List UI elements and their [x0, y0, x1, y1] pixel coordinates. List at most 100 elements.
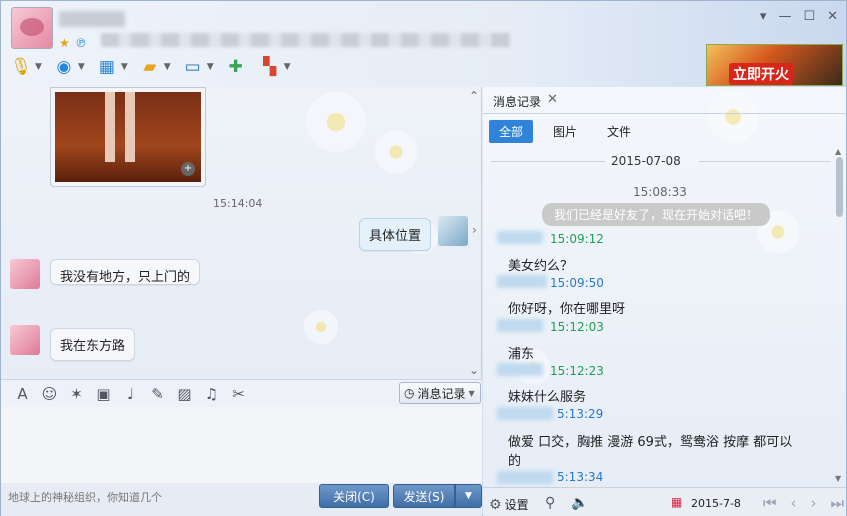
- close-window-button[interactable]: ✕: [827, 9, 838, 24]
- prev-page-icon[interactable]: ‹: [791, 494, 797, 512]
- sender-name-blurred: [497, 319, 543, 332]
- history-date: 2015-07-08: [611, 154, 681, 168]
- ad-banner[interactable]: 立即开火: [706, 44, 843, 86]
- search-icon[interactable]: ⚲: [545, 495, 555, 511]
- voice-message-icon[interactable]: ♩: [117, 385, 144, 403]
- gear-icon: ⚙: [489, 496, 502, 513]
- filter-images[interactable]: 图片: [543, 120, 587, 143]
- microphone-icon: 🎙: [10, 57, 32, 77]
- sender-name-blurred: [497, 231, 543, 244]
- sender-name-blurred: [497, 275, 547, 288]
- my-avatar[interactable]: [438, 216, 468, 246]
- photo-thumbnail[interactable]: +: [55, 92, 201, 182]
- close-icon[interactable]: ✕: [547, 92, 558, 107]
- history-entry-text: 的: [508, 454, 522, 469]
- music-icon[interactable]: ♫: [198, 385, 225, 403]
- apps-button[interactable]: ▚ ▼: [258, 55, 290, 79]
- contact-mini-avatar[interactable]: [10, 325, 40, 355]
- send-options-button[interactable]: ▼: [455, 484, 482, 508]
- history-pagination: ⏮ ‹ › ⏭: [763, 494, 844, 512]
- menu-arrow-button[interactable]: ▾: [760, 9, 767, 24]
- send-file-button[interactable]: ▰ ▼: [138, 55, 171, 79]
- chevron-down-icon: ▼: [77, 62, 85, 72]
- remote-desktop-button[interactable]: ▦ ▼: [95, 55, 128, 79]
- star-icon: ★: [59, 36, 70, 50]
- filter-files[interactable]: 文件: [597, 120, 641, 143]
- history-entry-text: 做爱 口交，胸推 漫游 69式，鸳鸯浴 按摩 都可以: [508, 435, 793, 450]
- create-group-button[interactable]: ✚: [224, 55, 248, 79]
- history-entry-text: 浦东: [508, 347, 535, 362]
- header: ★ ℗ 🎙 ▼ ◉ ▼ ▦ ▼ ▰ ▼ ▭ ▼ ✚ ▚ ▼ 立即开火 ▾ — ☐ ✕: [1, 1, 846, 87]
- contact-mini-avatar[interactable]: [10, 259, 40, 289]
- background-flower: [301, 87, 371, 157]
- chevron-down-icon: ▼: [465, 491, 472, 501]
- chevron-up-icon[interactable]: ▲: [835, 147, 841, 156]
- history-tab-bar: 消息记录 ✕: [483, 87, 846, 114]
- history-entry-time: 15:12:23: [550, 364, 604, 378]
- status-icon: ℗: [75, 36, 87, 50]
- divider: [699, 161, 831, 162]
- edit-icon[interactable]: ✎: [144, 385, 171, 403]
- screen-share-button[interactable]: ▭ ▼: [181, 55, 214, 79]
- window-controls: ▾ — ☐ ✕: [760, 9, 838, 24]
- emoji-icon[interactable]: ☺: [36, 385, 63, 403]
- calendar-icon[interactable]: ▦: [671, 495, 682, 509]
- shake-icon[interactable]: ✶: [63, 385, 90, 403]
- zoom-icon[interactable]: +: [181, 162, 195, 176]
- image-message[interactable]: +: [50, 87, 206, 187]
- filter-all[interactable]: 全部: [489, 120, 534, 143]
- contact-message-bubble: 我在东方路: [50, 328, 136, 361]
- send-button[interactable]: 发送(S): [393, 484, 455, 508]
- video-call-button[interactable]: ◉ ▼: [52, 55, 85, 79]
- history-entry-time: 15:12:03: [550, 320, 604, 334]
- screen-icon: ▭: [184, 57, 201, 77]
- contact-message-bubble: 我没有地方，只上门的: [50, 259, 201, 285]
- news-hint-link[interactable]: 地球上的神秘组织，你知道几个: [8, 489, 162, 505]
- history-entry-time: 5:13:29: [557, 407, 604, 421]
- history-footer-date[interactable]: 2015-7-8: [691, 497, 741, 510]
- signature-blurred: [101, 33, 511, 47]
- background-flower: [301, 307, 341, 347]
- voice-call-button[interactable]: 🎙 ▼: [9, 55, 42, 79]
- webcam-icon: ◉: [56, 57, 72, 77]
- tab-message-log[interactable]: 消息记录: [493, 93, 541, 110]
- last-page-icon[interactable]: ⏭: [831, 494, 845, 512]
- message-input[interactable]: [1, 407, 482, 483]
- clock-icon: ◷: [404, 386, 415, 400]
- next-page-icon[interactable]: ›: [811, 494, 817, 512]
- image-icon[interactable]: ▨: [171, 385, 198, 403]
- message-log-button[interactable]: ◷ 消息记录 ▼: [399, 382, 481, 404]
- sender-name-blurred: [497, 471, 553, 484]
- settings-button[interactable]: ⚙ 设置: [489, 496, 529, 513]
- speaker-icon[interactable]: 🔈: [571, 495, 588, 511]
- gif-icon[interactable]: ▣: [90, 385, 117, 403]
- history-entry-time: 15:09:12: [550, 232, 604, 246]
- contact-name-blurred: [59, 11, 125, 27]
- chevron-down-icon[interactable]: ⌄: [469, 363, 479, 377]
- sender-name-blurred: [497, 407, 553, 420]
- minimize-button[interactable]: —: [778, 9, 791, 24]
- chevron-down-icon[interactable]: ▼: [835, 474, 841, 483]
- font-icon[interactable]: A: [9, 385, 36, 403]
- chevron-down-icon: ▼: [35, 62, 42, 72]
- history-entry-time: 15:09:50: [550, 276, 604, 290]
- chevron-right-icon[interactable]: ›: [472, 223, 477, 237]
- chevron-down-icon: ▼: [206, 62, 214, 72]
- history-scrollbar[interactable]: ▲ ▼: [835, 147, 844, 485]
- history-footer: ⚙ 设置 ⚲ 🔈 ▦ 2015-7-8 ⏮ ‹ › ⏭: [483, 487, 846, 516]
- chevron-down-icon: ▼: [163, 62, 171, 72]
- folder-icon: ▰: [143, 57, 157, 77]
- scissors-icon[interactable]: ✂: [225, 385, 252, 403]
- first-page-icon[interactable]: ⏮: [763, 494, 777, 512]
- scrollbar-thumb[interactable]: [836, 157, 843, 217]
- ad-label[interactable]: 立即开火: [729, 63, 793, 85]
- contact-avatar[interactable]: [11, 7, 53, 49]
- chevron-down-icon: ▼: [120, 62, 128, 72]
- close-button[interactable]: 关闭(C): [319, 484, 389, 508]
- maximize-button[interactable]: ☐: [803, 9, 815, 24]
- history-time: 15:08:33: [633, 185, 687, 199]
- sender-name-blurred: [497, 363, 543, 376]
- chat-add-icon: ✚: [228, 57, 243, 77]
- chevron-up-icon[interactable]: ⌃: [469, 89, 479, 103]
- settings-label: 设置: [504, 498, 529, 512]
